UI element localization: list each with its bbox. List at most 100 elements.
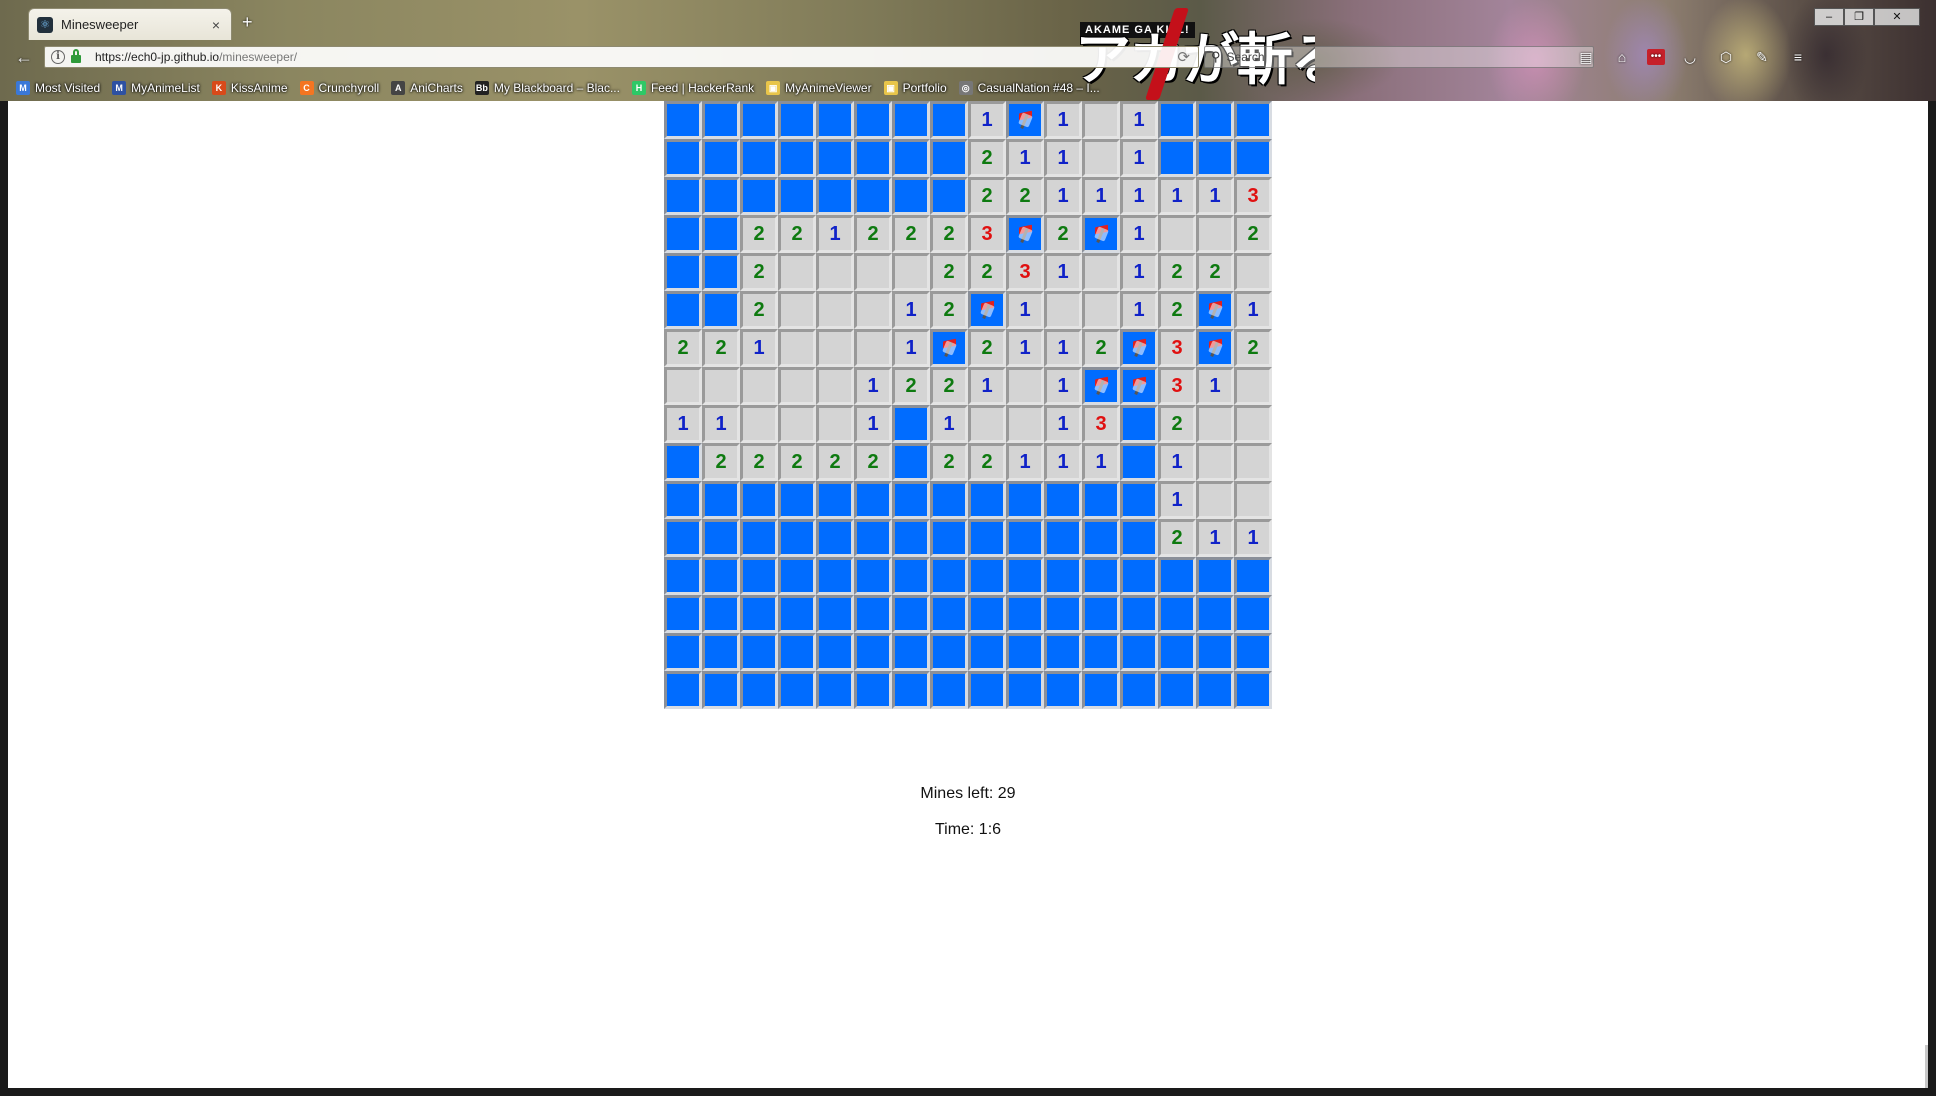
number-cell[interactable]: 2: [1158, 405, 1196, 443]
hidden-cell[interactable]: [702, 557, 740, 595]
number-cell[interactable]: 1: [892, 329, 930, 367]
hidden-cell[interactable]: [854, 139, 892, 177]
hidden-cell[interactable]: [702, 595, 740, 633]
number-cell[interactable]: 2: [702, 329, 740, 367]
opened-cell[interactable]: [854, 253, 892, 291]
hidden-cell[interactable]: [892, 139, 930, 177]
opened-cell[interactable]: [778, 329, 816, 367]
number-cell[interactable]: 1: [1120, 253, 1158, 291]
hidden-cell[interactable]: [1234, 595, 1272, 633]
hidden-cell[interactable]: [816, 595, 854, 633]
hidden-cell[interactable]: [1044, 633, 1082, 671]
hidden-cell[interactable]: [968, 671, 1006, 709]
number-cell[interactable]: 2: [1158, 253, 1196, 291]
hidden-cell[interactable]: [892, 595, 930, 633]
opened-cell[interactable]: [816, 405, 854, 443]
hidden-cell[interactable]: [1234, 671, 1272, 709]
opened-cell[interactable]: [778, 405, 816, 443]
hidden-cell[interactable]: [740, 595, 778, 633]
hidden-cell[interactable]: [892, 405, 930, 443]
opened-cell[interactable]: [778, 291, 816, 329]
hidden-cell[interactable]: [1120, 405, 1158, 443]
hidden-cell[interactable]: [740, 557, 778, 595]
number-cell[interactable]: 1: [1234, 519, 1272, 557]
hidden-cell[interactable]: [968, 481, 1006, 519]
opened-cell[interactable]: [1234, 405, 1272, 443]
opened-cell[interactable]: [816, 253, 854, 291]
hidden-cell[interactable]: [968, 519, 1006, 557]
hidden-cell[interactable]: [816, 633, 854, 671]
hidden-cell[interactable]: [1234, 139, 1272, 177]
hidden-cell[interactable]: [702, 671, 740, 709]
hidden-cell[interactable]: [1196, 101, 1234, 139]
hidden-cell[interactable]: [968, 557, 1006, 595]
number-cell[interactable]: 1: [1196, 519, 1234, 557]
number-cell[interactable]: 2: [740, 443, 778, 481]
hidden-cell[interactable]: [702, 481, 740, 519]
number-cell[interactable]: 3: [1158, 329, 1196, 367]
number-cell[interactable]: 2: [930, 443, 968, 481]
number-cell[interactable]: 1: [1158, 177, 1196, 215]
opened-cell[interactable]: [854, 291, 892, 329]
number-cell[interactable]: 1: [1044, 253, 1082, 291]
flagged-cell[interactable]: [1006, 215, 1044, 253]
hidden-cell[interactable]: [930, 595, 968, 633]
opened-cell[interactable]: [1234, 443, 1272, 481]
number-cell[interactable]: 2: [778, 443, 816, 481]
hidden-cell[interactable]: [1120, 633, 1158, 671]
number-cell[interactable]: 2: [1082, 329, 1120, 367]
hidden-cell[interactable]: [664, 557, 702, 595]
hidden-cell[interactable]: [740, 101, 778, 139]
number-cell[interactable]: 1: [854, 367, 892, 405]
number-cell[interactable]: 1: [854, 405, 892, 443]
hidden-cell[interactable]: [1158, 671, 1196, 709]
hidden-cell[interactable]: [816, 481, 854, 519]
number-cell[interactable]: 2: [1158, 519, 1196, 557]
opened-cell[interactable]: [816, 329, 854, 367]
hidden-cell[interactable]: [1234, 101, 1272, 139]
hidden-cell[interactable]: [1158, 557, 1196, 595]
number-cell[interactable]: 1: [1158, 481, 1196, 519]
number-cell[interactable]: 1: [1196, 367, 1234, 405]
hidden-cell[interactable]: [664, 633, 702, 671]
number-cell[interactable]: 2: [854, 443, 892, 481]
hidden-cell[interactable]: [816, 557, 854, 595]
number-cell[interactable]: 2: [930, 367, 968, 405]
hidden-cell[interactable]: [778, 557, 816, 595]
hidden-cell[interactable]: [892, 633, 930, 671]
opened-cell[interactable]: [968, 405, 1006, 443]
flagged-cell[interactable]: [1196, 291, 1234, 329]
opened-cell[interactable]: [1082, 101, 1120, 139]
hidden-cell[interactable]: [1044, 481, 1082, 519]
opened-cell[interactable]: [778, 253, 816, 291]
opened-cell[interactable]: [702, 367, 740, 405]
number-cell[interactable]: 1: [1120, 139, 1158, 177]
hidden-cell[interactable]: [664, 671, 702, 709]
hidden-cell[interactable]: [892, 519, 930, 557]
hidden-cell[interactable]: [778, 177, 816, 215]
number-cell[interactable]: 1: [1006, 139, 1044, 177]
search-bar[interactable]: ⚲: [1204, 46, 1594, 68]
hidden-cell[interactable]: [1044, 557, 1082, 595]
hidden-cell[interactable]: [892, 101, 930, 139]
hidden-cell[interactable]: [968, 595, 1006, 633]
number-cell[interactable]: 2: [1006, 177, 1044, 215]
hidden-cell[interactable]: [1044, 519, 1082, 557]
hidden-cell[interactable]: [930, 519, 968, 557]
number-cell[interactable]: 2: [1234, 329, 1272, 367]
opened-cell[interactable]: [1234, 367, 1272, 405]
hidden-cell[interactable]: [854, 177, 892, 215]
hidden-cell[interactable]: [740, 177, 778, 215]
number-cell[interactable]: 1: [1044, 139, 1082, 177]
hidden-cell[interactable]: [778, 101, 816, 139]
number-cell[interactable]: 1: [1120, 101, 1158, 139]
new-tab-button[interactable]: +: [242, 12, 253, 33]
home-icon[interactable]: ⌂: [1611, 46, 1633, 68]
close-tab-icon[interactable]: ×: [209, 17, 223, 33]
hidden-cell[interactable]: [816, 177, 854, 215]
number-cell[interactable]: 3: [968, 215, 1006, 253]
opened-cell[interactable]: [1006, 367, 1044, 405]
hidden-cell[interactable]: [1006, 671, 1044, 709]
hidden-cell[interactable]: [930, 633, 968, 671]
number-cell[interactable]: 1: [1044, 405, 1082, 443]
